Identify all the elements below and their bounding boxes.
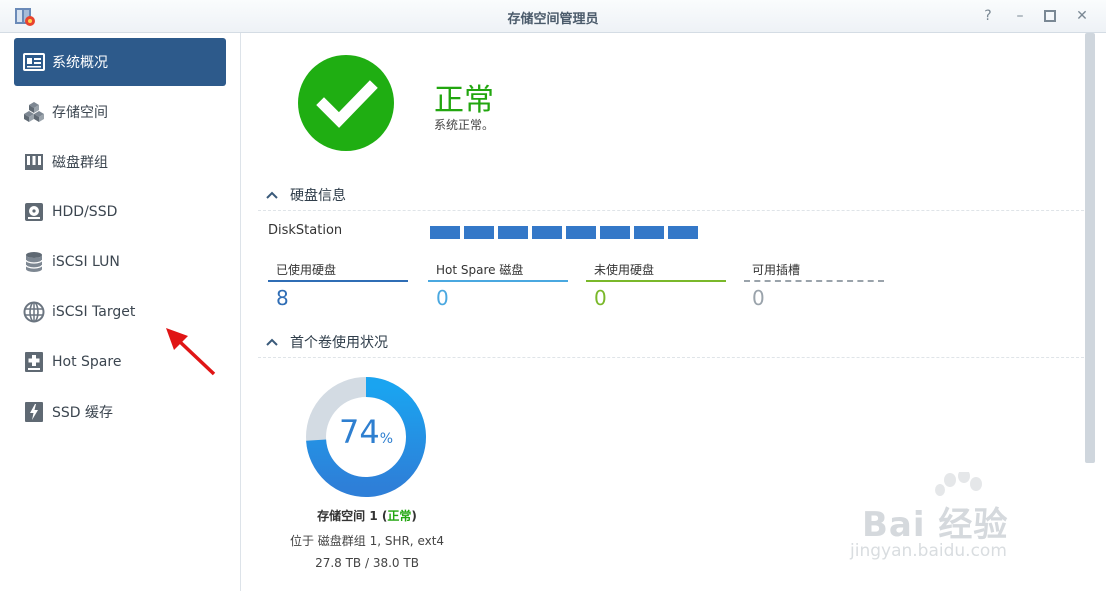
sidebar-item-ssd-cache[interactable]: SSD 缓存 (14, 388, 226, 436)
watermark-url: jingyan.baidu.com (850, 541, 1007, 561)
chevron-up-icon (266, 188, 286, 202)
sidebar-item-label: 存储空间 (52, 105, 108, 121)
sidebar-item-iscsi-lun[interactable]: iSCSI LUN (14, 238, 226, 286)
sidebar-item-label: Hot Spare (52, 354, 122, 370)
disk-slot-bar (430, 226, 460, 239)
volume-name: 存储空间 1 (317, 509, 378, 523)
stat-label: Hot Spare 磁盘 (436, 263, 524, 277)
volume-status: 正常 (387, 509, 412, 523)
percent-sign: % (379, 431, 394, 447)
database-icon (22, 250, 46, 274)
disk-group-icon (22, 150, 46, 174)
sidebar-item-overview[interactable]: 系统概况 (14, 38, 226, 86)
stat-unused-disks: 未使用硬盘 0 (586, 259, 726, 315)
stat-hot-spare-disks: Hot Spare 磁盘 0 (428, 259, 568, 315)
disk-info-section-header[interactable]: 硬盘信息 (258, 180, 1094, 211)
stat-label: 可用插槽 (752, 263, 801, 277)
volume-status-open: ( (377, 509, 388, 523)
sidebar-item-disk-group[interactable]: 磁盘群组 (14, 138, 226, 186)
sidebar-item-label: 磁盘群组 (52, 155, 108, 171)
globe-icon (22, 300, 46, 324)
stat-underline (586, 280, 726, 282)
hdd-icon (22, 200, 46, 224)
disk-slot-bar (498, 226, 528, 239)
vertical-scrollbar[interactable] (1085, 33, 1095, 463)
disk-slot-bar (566, 226, 596, 239)
volume-usage-percent: 74% (304, 413, 428, 451)
sidebar-item-label: HDD/SSD (52, 204, 118, 220)
stat-underline (428, 280, 568, 282)
annotation-arrow (166, 328, 216, 376)
volume-size: 27.8 TB / 38.0 TB (315, 556, 419, 570)
sidebar-item-hdd-ssd[interactable]: HDD/SSD (14, 188, 226, 236)
close-icon[interactable]: ✕ (1072, 6, 1092, 26)
window-title: 存储空间管理员 (507, 12, 599, 27)
maximize-icon[interactable] (1040, 6, 1060, 26)
percent-value: 74 (338, 413, 380, 451)
stat-used-disks: 已使用硬盘 8 (268, 259, 408, 315)
stat-label: 已使用硬盘 (276, 263, 337, 277)
sidebar-item-label: iSCSI LUN (52, 254, 120, 270)
chevron-up-icon (266, 335, 286, 349)
disk-slot-bar (600, 226, 630, 239)
title-bar: 存储空间管理员 ? – ✕ (0, 0, 1106, 33)
cubes-icon (22, 100, 46, 124)
volume-title: 存储空间 1 (正常) (262, 507, 472, 524)
watermark-brand: Bai 经验 (862, 505, 1009, 545)
status-subtitle: 系统正常。 (434, 118, 495, 132)
sidebar-item-label: 系统概况 (52, 55, 108, 71)
disk-slot-bar (668, 226, 698, 239)
overview-icon (22, 50, 46, 74)
stat-value: 0 (752, 286, 765, 310)
lightning-drive-icon (22, 400, 46, 424)
sidebar-item-label: iSCSI Target (52, 304, 136, 320)
stat-value: 8 (276, 286, 289, 310)
plus-drive-icon (22, 350, 46, 374)
volume-description: 位于 磁盘群组 1, SHR, ext4 (289, 534, 445, 548)
sidebar: 系统概况 存储空间 磁盘群组 HDD/SSD iSCSI LUN iSCSI T… (0, 33, 241, 591)
status-title: 正常 (434, 83, 494, 118)
volume-usage-section-header[interactable]: 首个卷使用状况 (258, 327, 1094, 358)
stat-value: 0 (594, 286, 607, 310)
stat-label: 未使用硬盘 (594, 263, 655, 277)
stat-available-slots: 可用插槽 0 (744, 259, 884, 315)
section-title: 硬盘信息 (290, 188, 346, 204)
disk-slot-bar (532, 226, 562, 239)
status-ok-icon (298, 55, 394, 151)
sidebar-item-storage-space[interactable]: 存储空间 (14, 88, 226, 136)
volume-status-close: ) (411, 509, 417, 523)
minimize-icon[interactable]: – (1010, 6, 1030, 26)
disk-slot-bar (634, 226, 664, 239)
stat-value: 0 (436, 286, 449, 310)
sidebar-item-label: SSD 缓存 (52, 405, 114, 421)
device-name: DiskStation (268, 223, 343, 238)
disk-slot-bar (464, 226, 494, 239)
help-icon[interactable]: ? (978, 6, 998, 26)
stat-underline (268, 280, 408, 282)
section-title: 首个卷使用状况 (290, 335, 388, 351)
stat-underline (744, 280, 884, 282)
